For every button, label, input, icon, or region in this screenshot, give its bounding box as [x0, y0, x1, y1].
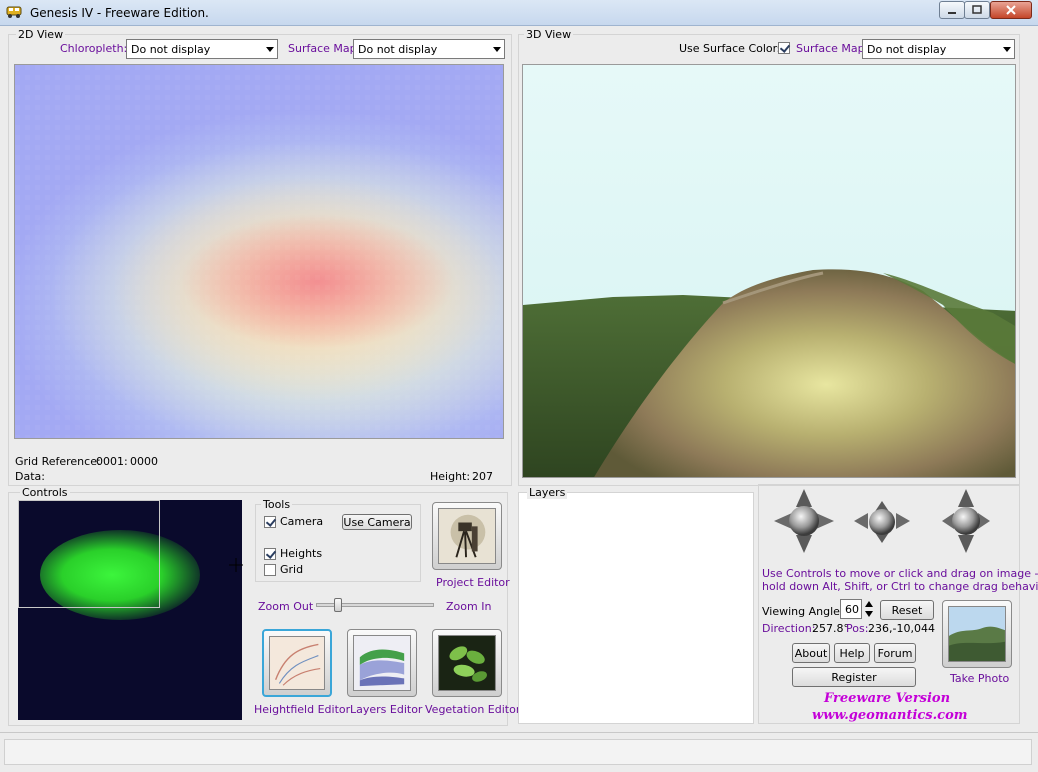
grid-reference-label: Grid Reference: [15, 455, 101, 468]
project-editor-button[interactable] [432, 502, 502, 570]
layers-group[interactable] [518, 492, 754, 724]
app-icon [6, 6, 22, 18]
pos-label: Pos: [846, 622, 869, 635]
reset-button[interactable]: Reset [880, 600, 934, 620]
crosshair-cursor-icon [229, 558, 243, 572]
view3d-surface-map-label: Surface Map: [796, 42, 869, 55]
heightfield-sketch-icon [269, 636, 325, 690]
minimize-button[interactable] [939, 1, 965, 19]
rotate-control-icon[interactable] [850, 487, 914, 555]
tools-title: Tools [261, 498, 293, 511]
vegetation-editor-button[interactable] [432, 629, 502, 697]
viewing-angle-spinner[interactable] [863, 599, 875, 619]
grid-checkbox[interactable] [264, 564, 276, 576]
use-surface-colors-label: Use Surface Colors [679, 42, 783, 55]
view2d-surface-map-label: Surface Map: [288, 42, 361, 55]
vegetation-editor-label: Vegetation Editor [425, 703, 521, 716]
controls-title: Controls [20, 486, 70, 499]
view3d-surface-map-select[interactable]: Do not display [862, 39, 1015, 59]
status-pane [4, 739, 1032, 765]
window-title: Genesis IV - Freeware Edition. [30, 6, 209, 20]
layers-editor-label: Layers Editor [350, 703, 423, 716]
view3d-surface-map-value: Do not display [867, 43, 947, 56]
camera-checkbox[interactable] [264, 516, 276, 528]
maximize-button[interactable] [964, 1, 990, 19]
minimize-icon [948, 12, 956, 14]
use-camera-button[interactable]: Use Camera [342, 514, 412, 530]
heightmap-pixel-texture [15, 65, 503, 438]
about-button[interactable]: About [792, 643, 830, 663]
pos-value: 236,-10,044 [868, 622, 935, 635]
status-bar [0, 732, 1038, 772]
freeware-version-text: Freeware Version [824, 691, 951, 706]
close-icon [1006, 5, 1016, 15]
view3d-title: 3D View [524, 28, 574, 41]
zoom-in-label: Zoom In [446, 600, 492, 613]
camera-label: Camera [280, 515, 324, 528]
help-text-line1: Use Controls to move or click and drag o… [762, 567, 1038, 580]
chevron-down-icon [493, 47, 501, 52]
maximize-icon [972, 5, 982, 14]
view2d-surface-map-select[interactable]: Do not display [353, 39, 505, 59]
register-button[interactable]: Register [792, 667, 916, 687]
direction-value: 257.8° [812, 622, 849, 635]
viewing-angle-input[interactable]: 60 [840, 599, 862, 619]
zoom-slider-thumb[interactable] [334, 598, 342, 612]
grid-reference-y: 0000 [130, 455, 158, 468]
geomantics-url[interactable]: www.geomantics.com [812, 708, 968, 723]
project-editor-label: Project Editor [436, 576, 510, 589]
overview-minimap[interactable] [18, 500, 242, 720]
heightfield-editor-button[interactable] [262, 629, 332, 697]
grid-label: Grid [280, 563, 304, 576]
close-button[interactable] [990, 1, 1032, 19]
view2d-heightmap[interactable] [14, 64, 504, 439]
help-text-line2: hold down Alt, Shift, or Ctrl to change … [762, 580, 1038, 593]
zoom-out-label: Zoom Out [258, 600, 314, 613]
chloropleth-value: Do not display [131, 43, 211, 56]
heights-label: Heights [280, 547, 323, 560]
leaf-icon [438, 635, 496, 691]
view2d-title: 2D View [16, 28, 66, 41]
terrain-render [523, 269, 1015, 477]
help-button[interactable]: Help [834, 643, 870, 663]
direction-label: Direction: [762, 622, 816, 635]
layers-stack-icon [353, 635, 411, 691]
heightfield-editor-label: Heightfield Editor [254, 703, 351, 716]
heights-checkbox[interactable] [264, 548, 276, 560]
surveyor-photo-icon [438, 508, 496, 564]
height-value: 207 [472, 470, 493, 483]
layers-editor-button[interactable] [347, 629, 417, 697]
chloropleth-select[interactable]: Do not display [126, 39, 278, 59]
take-photo-button[interactable] [942, 600, 1012, 668]
move-control-icon[interactable] [772, 487, 836, 555]
data-label: Data: [15, 470, 45, 483]
client-area: 2D View Chloropleth: Do not display Surf… [6, 26, 1038, 730]
view2d-surface-map-value: Do not display [358, 43, 438, 56]
view3d-render[interactable] [522, 64, 1016, 478]
layers-title: Layers [527, 486, 568, 499]
chloropleth-label: Chloropleth: [60, 42, 128, 55]
take-photo-label: Take Photo [950, 672, 1010, 685]
use-surface-colors-checkbox[interactable] [778, 42, 790, 54]
elevate-control-icon[interactable] [934, 487, 998, 555]
forum-button[interactable]: Forum [874, 643, 916, 663]
viewing-angle-value: 60 [845, 603, 859, 616]
chevron-down-icon [1003, 47, 1011, 52]
minimap-viewport-frame[interactable] [18, 500, 160, 608]
viewing-angle-label: Viewing Angle: [762, 605, 844, 618]
landscape-photo-icon [948, 606, 1006, 662]
chevron-down-icon [266, 47, 274, 52]
grid-reference-x: 0001: [96, 455, 128, 468]
height-label: Height: [430, 470, 471, 483]
title-bar[interactable]: Genesis IV - Freeware Edition. [0, 0, 1038, 26]
